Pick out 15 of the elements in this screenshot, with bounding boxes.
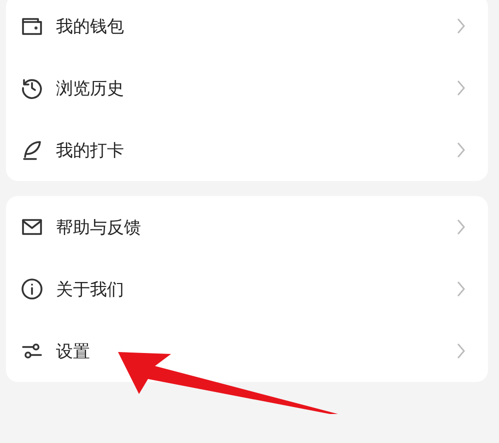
menu-item[interactable]: 我的钱包 (6, 0, 488, 57)
chevron-icon (456, 280, 466, 298)
info-icon (20, 277, 44, 301)
chevron-icon (456, 79, 466, 97)
menu-item[interactable]: 浏览历史 (6, 57, 488, 119)
feather-icon (20, 138, 44, 162)
menu-item[interactable]: 我的打卡 (6, 119, 488, 181)
chevron-icon (456, 218, 466, 236)
chevron-icon (456, 342, 466, 360)
menu-item[interactable]: 帮助与反馈 (6, 196, 488, 258)
chevron-icon (456, 141, 466, 159)
menu-item[interactable]: 设置 (6, 320, 488, 382)
chevron-icon (456, 17, 466, 35)
history-icon (20, 76, 44, 100)
menu-item[interactable]: 关于我们 (6, 258, 488, 320)
